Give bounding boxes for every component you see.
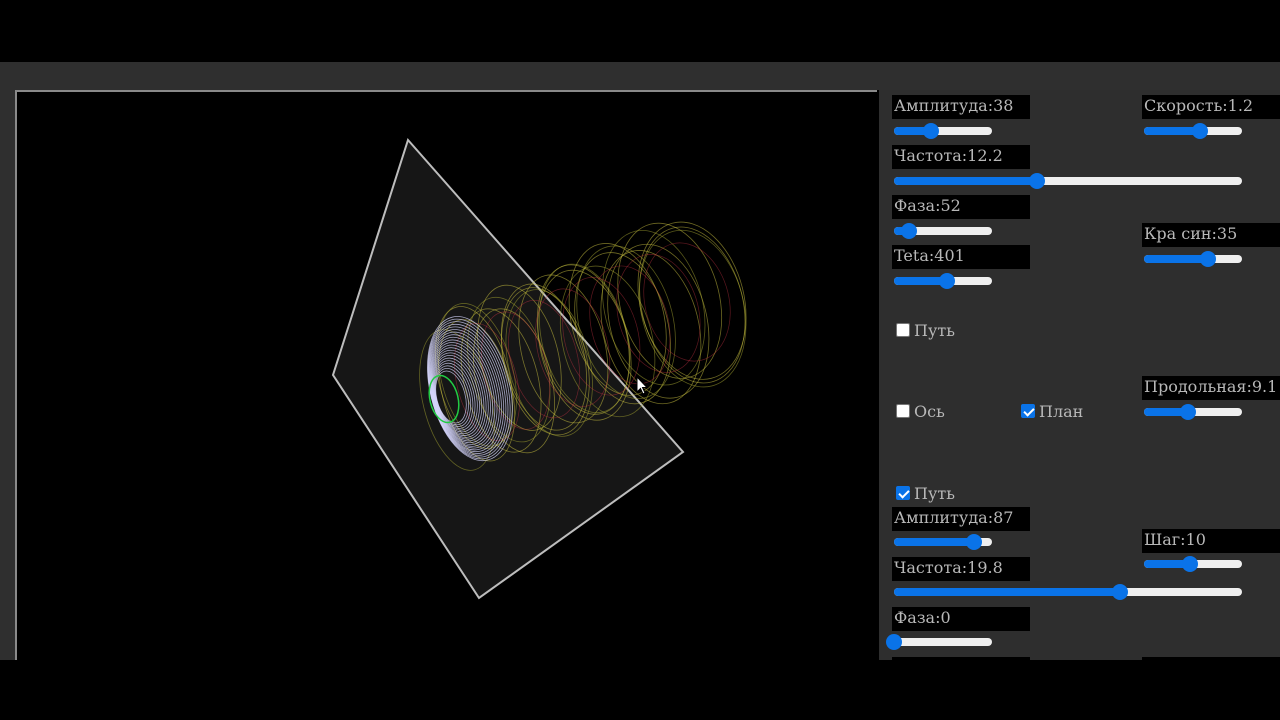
frequency-label: Частота:12.2 [892, 145, 1030, 169]
teta-label: Teta:401 [892, 245, 1030, 269]
checkbox-box[interactable] [1021, 404, 1035, 418]
axis-checkbox[interactable]: Ось [896, 401, 945, 421]
axis-checkbox-label: Ось [914, 401, 945, 421]
helix-scene [331, 138, 747, 600]
kra-sin-label: Кра син:35 [1142, 223, 1280, 247]
slider-thumb [1182, 556, 1199, 572]
phase2-label: Фаза:0 [892, 607, 1030, 631]
mouse-cursor-icon [636, 376, 648, 395]
frequency2-slider[interactable] [894, 583, 1242, 600]
path2-checkbox[interactable]: Путь [896, 483, 955, 503]
slider-thumb [886, 634, 902, 650]
amplitude-slider[interactable] [894, 122, 992, 139]
phase-label: Фаза:52 [892, 195, 1030, 219]
checkbox-box[interactable] [896, 404, 910, 418]
speed-slider[interactable] [1144, 122, 1242, 139]
frequency2-label: Частота:19.8 [892, 557, 1030, 581]
longitudinal-label: Продольная:9.1 [1142, 376, 1280, 400]
step-slider[interactable] [1144, 555, 1242, 572]
slider-thumb [923, 123, 940, 139]
path-checkbox[interactable]: Путь [896, 320, 955, 340]
next-row-label-stub [1142, 657, 1280, 660]
window-top-band [0, 62, 1280, 90]
checkbox-box[interactable] [896, 486, 910, 500]
slider-thumb [1028, 173, 1045, 189]
slider-thumb [1191, 123, 1208, 139]
slider-thumb [1180, 404, 1197, 420]
step-label: Шаг:10 [1142, 529, 1280, 553]
plan-checkbox-label: План [1039, 401, 1084, 421]
3d-viewport[interactable] [15, 90, 877, 660]
slider-thumb [1112, 584, 1129, 600]
frequency-slider[interactable] [894, 172, 1242, 189]
longitudinal-slider[interactable] [1144, 403, 1242, 420]
slider-thumb [938, 273, 955, 289]
amplitude2-label: Амплитуда:87 [892, 507, 1030, 531]
controls-panel: Амплитуда:38 Скорость:1.2 Частота:12.2 Ф… [879, 90, 1280, 660]
helix-coil [638, 229, 747, 388]
plan-checkbox[interactable]: План [1021, 401, 1083, 421]
checkbox-box[interactable] [896, 323, 910, 337]
teta-slider[interactable] [894, 272, 992, 289]
slider-thumb [1199, 251, 1216, 267]
kra-sin-slider[interactable] [1144, 250, 1242, 267]
slider-thumb [966, 534, 983, 550]
amplitude-label: Амплитуда:38 [892, 95, 1030, 119]
slider-thumb [900, 223, 917, 239]
path2-checkbox-label: Путь [914, 483, 955, 503]
helix-coil [637, 221, 747, 380]
speed-label: Скорость:1.2 [1142, 95, 1280, 119]
amplitude2-slider[interactable] [894, 533, 992, 550]
phase2-slider[interactable] [886, 633, 992, 650]
phase-slider[interactable] [894, 222, 992, 239]
next-row-label-stub [892, 657, 1030, 660]
window-left-edge [0, 90, 15, 660]
path-checkbox-label: Путь [914, 320, 955, 340]
